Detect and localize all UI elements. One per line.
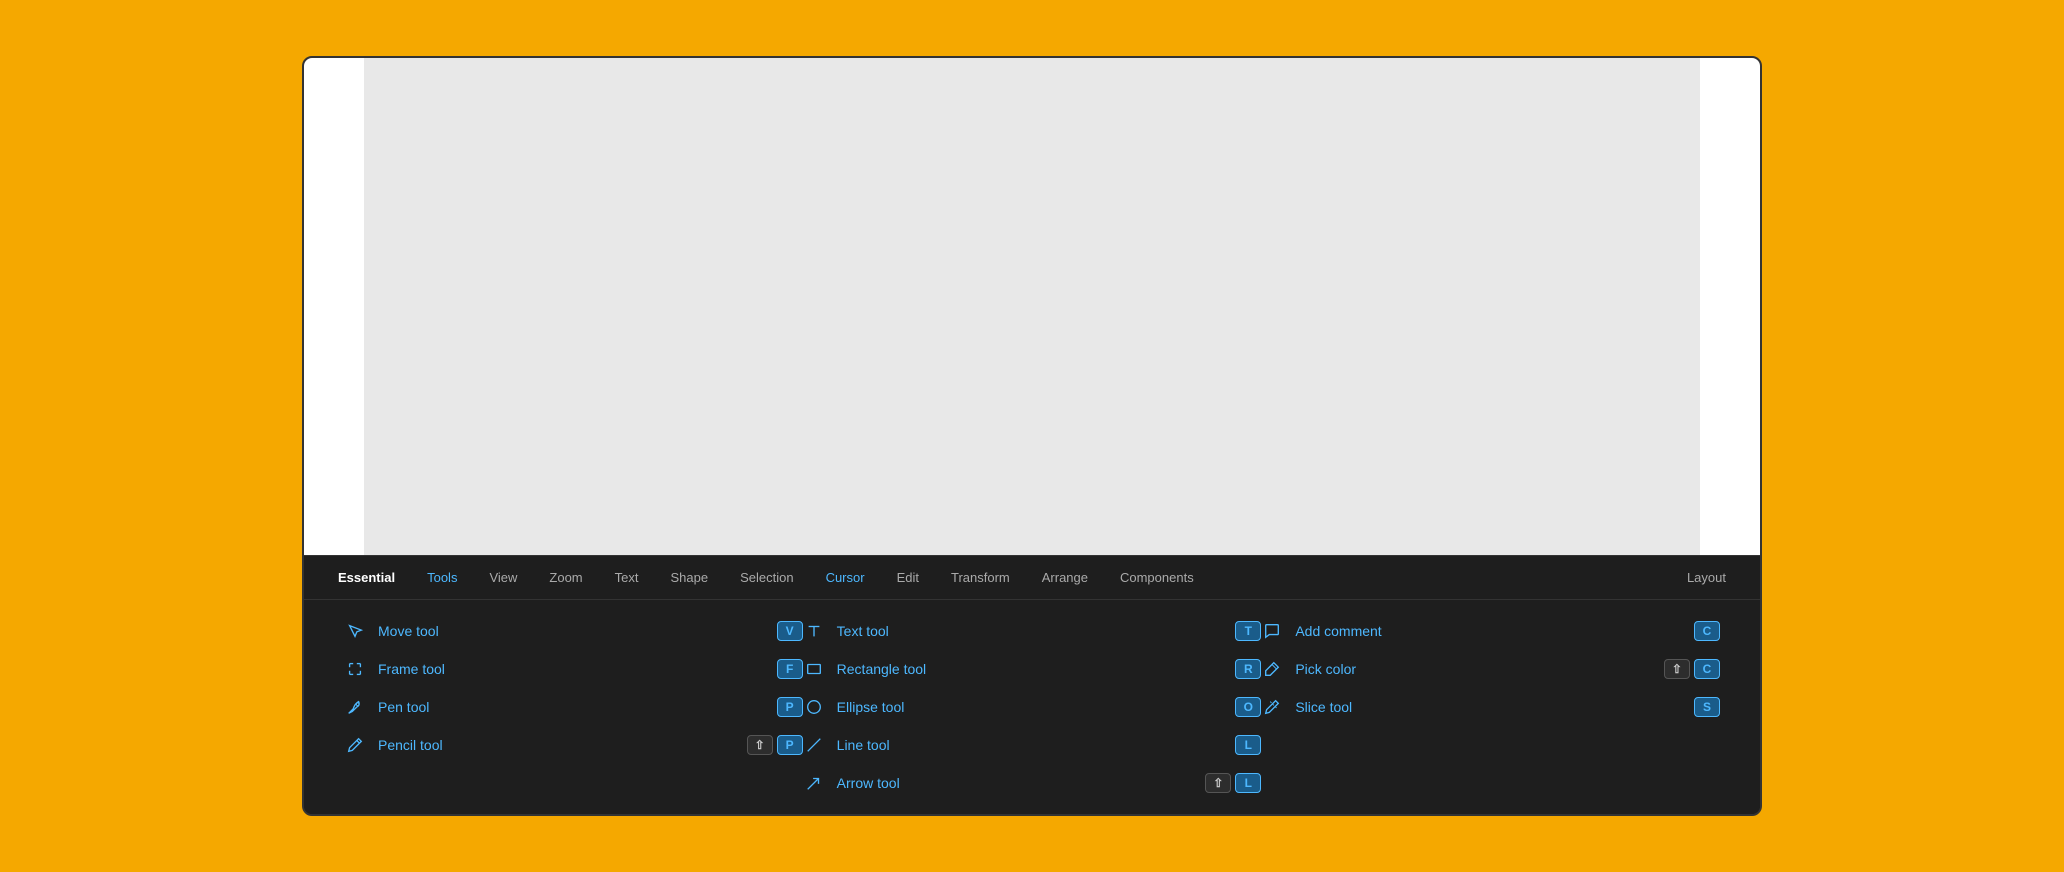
toolbar-area: Essential Tools View Zoom Text Shape Sel… — [304, 555, 1760, 814]
text-tool-label: Text tool — [837, 623, 889, 639]
move-key-v: V — [777, 621, 803, 641]
frame-tool-label: Frame tool — [378, 661, 445, 677]
pen-icon — [344, 696, 366, 718]
tab-essential[interactable]: Essential — [324, 562, 409, 593]
pick-color-key-shift: ⇧ — [1664, 659, 1690, 679]
arrow-tool-label: Arrow tool — [837, 775, 900, 791]
tab-cursor[interactable]: Cursor — [812, 562, 879, 593]
move-tool-label: Move tool — [378, 623, 439, 639]
tab-zoom[interactable]: Zoom — [535, 562, 596, 593]
text-tool-keys: T — [1235, 621, 1261, 641]
rectangle-key-r: R — [1235, 659, 1261, 679]
tool-row-comment[interactable]: Add comment C — [1261, 616, 1720, 646]
frame-key-f: F — [777, 659, 803, 679]
canvas-left-panel — [304, 58, 364, 555]
ellipse-tool-keys: O — [1235, 697, 1261, 717]
pencil-key-shift: ⇧ — [747, 735, 773, 755]
arrow-key-shift: ⇧ — [1205, 773, 1231, 793]
slice-key-s: S — [1694, 697, 1720, 717]
tool-row-pencil[interactable]: Pencil tool ⇧ P — [344, 730, 803, 760]
tool-row-ellipse[interactable]: Ellipse tool O — [803, 692, 1262, 722]
tab-text[interactable]: Text — [601, 562, 653, 593]
ellipse-tool-label: Ellipse tool — [837, 699, 905, 715]
text-icon — [803, 620, 825, 642]
tool-column-1: Move tool V — [344, 616, 803, 798]
tool-row-text[interactable]: Text tool T — [803, 616, 1262, 646]
tab-view[interactable]: View — [475, 562, 531, 593]
arrow-tool-keys: ⇧ L — [1205, 773, 1261, 793]
pick-color-tool-label: Pick color — [1295, 661, 1356, 677]
slice-icon — [1261, 696, 1283, 718]
tab-bar: Essential Tools View Zoom Text Shape Sel… — [304, 556, 1760, 600]
comment-key-c: C — [1694, 621, 1720, 641]
frame-tool-keys: F — [777, 659, 803, 679]
comment-tool-label: Add comment — [1295, 623, 1381, 639]
tool-row-frame[interactable]: Frame tool F — [344, 654, 803, 684]
pick-color-icon — [1261, 658, 1283, 680]
text-key-t: T — [1235, 621, 1261, 641]
tab-tools[interactable]: Tools — [413, 562, 471, 593]
line-tool-label: Line tool — [837, 737, 890, 753]
pencil-icon — [344, 734, 366, 756]
slice-tool-label: Slice tool — [1295, 699, 1352, 715]
slice-tool-keys: S — [1694, 697, 1720, 717]
pick-color-tool-keys: ⇧ C — [1664, 659, 1720, 679]
arrow-icon — [803, 772, 825, 794]
frame-icon — [344, 658, 366, 680]
line-icon — [803, 734, 825, 756]
app-window: Essential Tools View Zoom Text Shape Sel… — [302, 56, 1762, 816]
comment-tool-keys: C — [1694, 621, 1720, 641]
ellipse-icon — [803, 696, 825, 718]
pen-key-p: P — [777, 697, 803, 717]
ellipse-key-o: O — [1235, 697, 1261, 717]
tool-row-move[interactable]: Move tool V — [344, 616, 803, 646]
tab-layout[interactable]: Layout — [1673, 562, 1740, 593]
tool-row-line[interactable]: Line tool L — [803, 730, 1262, 760]
tab-shape[interactable]: Shape — [656, 562, 722, 593]
arrow-key-l: L — [1235, 773, 1261, 793]
pick-color-key-c: C — [1694, 659, 1720, 679]
canvas-right-panel — [1700, 58, 1760, 555]
tab-edit[interactable]: Edit — [883, 562, 933, 593]
tool-row-rectangle[interactable]: Rectangle tool R — [803, 654, 1262, 684]
tab-arrange[interactable]: Arrange — [1028, 562, 1102, 593]
move-tool-keys: V — [777, 621, 803, 641]
tab-components[interactable]: Components — [1106, 562, 1208, 593]
rectangle-icon — [803, 658, 825, 680]
tools-grid: Move tool V — [304, 600, 1760, 814]
tool-row-arrow[interactable]: Arrow tool ⇧ L — [803, 768, 1262, 798]
pen-tool-label: Pen tool — [378, 699, 429, 715]
rectangle-tool-label: Rectangle tool — [837, 661, 927, 677]
line-tool-keys: L — [1235, 735, 1261, 755]
line-key-l: L — [1235, 735, 1261, 755]
tab-selection[interactable]: Selection — [726, 562, 807, 593]
rectangle-tool-keys: R — [1235, 659, 1261, 679]
tool-column-3: Add comment C — [1261, 616, 1720, 798]
pen-tool-keys: P — [777, 697, 803, 717]
tab-transform[interactable]: Transform — [937, 562, 1024, 593]
tool-row-pick-color[interactable]: Pick color ⇧ C — [1261, 654, 1720, 684]
pencil-tool-keys: ⇧ P — [747, 735, 803, 755]
canvas-area — [364, 58, 1700, 555]
tool-column-2: Text tool T Rectangle tool — [803, 616, 1262, 798]
pencil-key-p: P — [777, 735, 803, 755]
comment-icon — [1261, 620, 1283, 642]
tool-row-pen[interactable]: Pen tool P — [344, 692, 803, 722]
move-icon — [344, 620, 366, 642]
tool-row-slice[interactable]: Slice tool S — [1261, 692, 1720, 722]
pencil-tool-label: Pencil tool — [378, 737, 443, 753]
